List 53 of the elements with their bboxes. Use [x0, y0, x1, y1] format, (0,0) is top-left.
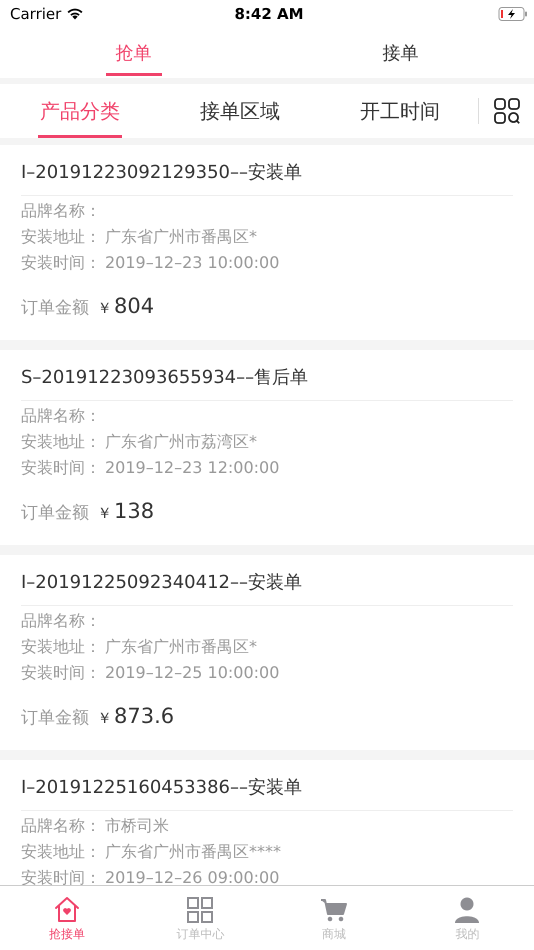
home-icon [52, 896, 81, 924]
top-tab[interactable]: 抢单 [0, 27, 267, 78]
amount-label: 订单金额 [21, 297, 89, 319]
field-value: 2019–12–25 10:00:00 [105, 663, 280, 682]
amount-label: 订单金额 [21, 502, 89, 524]
currency-symbol: ￥ [97, 709, 112, 728]
field-label: 安装时间： [21, 458, 101, 477]
order-title: I–20191225092340412––安装单 [21, 571, 303, 595]
tab-bar-item[interactable]: 抢接单 [0, 886, 134, 950]
field-label: 品牌名称： [21, 406, 101, 425]
filter-tab[interactable]: 产品分类 [0, 84, 160, 138]
field-value: 广东省广州市番禺区* [105, 227, 257, 246]
wifi-icon [66, 7, 84, 20]
field-label: 安装地址： [21, 637, 101, 656]
amount-value: 804 [114, 294, 154, 318]
field-label: 安装地址： [21, 842, 101, 861]
field-label: 品牌名称： [21, 201, 101, 220]
order-title: I–20191223092129350––安装单 [21, 161, 303, 185]
order-title: S–20191223093655934––售后单 [21, 366, 310, 390]
currency-symbol: ￥ [97, 504, 112, 523]
order-card[interactable]: I–20191225160453386––安装单 品牌名称： 市桥司米 安装地址： 广东省广州市番禺区**** 安装时间： 2019–12–26 09:00:00 [0, 760, 534, 885]
cart-icon [320, 896, 348, 924]
field-value: 2019–12–26 09:00:00 [105, 868, 280, 885]
amount-value: 138 [114, 499, 154, 523]
field-label: 品牌名称： [21, 611, 101, 630]
field-value: 市桥司米 [105, 816, 169, 835]
field-value: 广东省广州市番禺区**** [105, 842, 281, 861]
battery-icon [498, 6, 528, 22]
amount-value: 873.6 [114, 704, 174, 728]
field-value: 2019–12–23 10:00:00 [105, 253, 280, 272]
grid-icon [186, 896, 214, 924]
currency-symbol: ￥ [97, 299, 112, 318]
filter-tab[interactable]: 接单区域 [160, 84, 320, 138]
top-tab[interactable]: 接单 [267, 27, 534, 78]
filter-tab[interactable]: 开工时间 [320, 84, 480, 138]
carrier-label: Carrier [10, 4, 62, 22]
status-time: 8:42 AM [234, 4, 304, 22]
field-label: 安装地址： [21, 227, 101, 246]
order-card[interactable]: I–20191223092129350––安装单 品牌名称： 安装地址： 广东省广州市番禺区* 安装时间： 2019–12–23 10:00:00 订单金额 ￥804 [0, 145, 534, 340]
field-value: 2019–12–23 12:00:00 [105, 458, 280, 477]
order-card[interactable]: S–20191223093655934––售后单 品牌名称： 安装地址： 广东省广州市荔湾区* 安装时间： 2019–12–23 12:00:00 订单金额 ￥138 [0, 350, 534, 545]
field-value: 广东省广州市荔湾区* [105, 432, 257, 451]
order-card[interactable]: I–20191225092340412––安装单 品牌名称： 安装地址： 广东省广州市番禺区* 安装时间： 2019–12–25 10:00:00 订单金额 ￥873.6 [0, 555, 534, 750]
field-label: 安装时间： [21, 253, 101, 272]
order-title: I–20191225160453386––安装单 [21, 776, 303, 800]
amount-label: 订单金额 [21, 707, 89, 729]
field-value: 广东省广州市番禺区* [105, 637, 257, 656]
field-label: 安装时间： [21, 868, 101, 885]
field-label: 品牌名称： [21, 816, 101, 835]
person-icon [453, 896, 482, 924]
field-label: 安装时间： [21, 663, 101, 682]
grid-search-icon [494, 98, 520, 124]
field-label: 安装地址： [21, 432, 101, 451]
